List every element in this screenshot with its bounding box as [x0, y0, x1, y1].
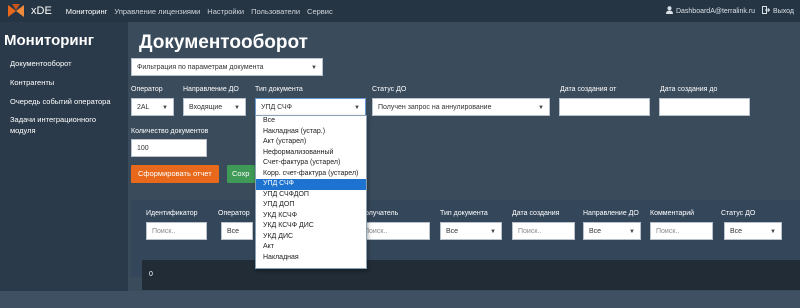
direction-column-select[interactable]: Все ▼ — [583, 222, 641, 240]
status-column-value: Все — [730, 228, 743, 235]
dropdown-option[interactable]: УКД КСЧФ ДИС — [256, 221, 366, 232]
chevron-down-icon: ▼ — [538, 105, 544, 111]
col-created-header[interactable]: Дата создания — [512, 210, 559, 217]
main-content: Документооборот Фильтрация по параметрам… — [128, 22, 800, 308]
sidebar-item-integration-tasks[interactable]: Задачи интеграционного модуля — [10, 114, 120, 136]
recipient-search-input[interactable]: Поиск.. — [358, 222, 430, 240]
nav-license-management[interactable]: Управление лицензиями — [114, 7, 200, 16]
dropdown-option[interactable]: УКД КСЧФ — [256, 211, 366, 222]
col-recipient-header[interactable]: олучатель — [365, 210, 398, 217]
brand-name: xDE — [31, 5, 52, 17]
identifier-search-input[interactable]: Поиск.. — [146, 222, 207, 240]
doc-type-column-select[interactable]: Все ▼ — [440, 222, 502, 240]
col-direction-header[interactable]: Направление ДО — [583, 210, 639, 217]
chevron-down-icon: ▼ — [162, 105, 168, 111]
date-from-label: Дата создания от — [560, 86, 617, 93]
chevron-down-icon: ▼ — [490, 229, 496, 235]
nav-users[interactable]: Пользователи — [251, 7, 300, 16]
save-button[interactable]: Сохр — [227, 165, 255, 183]
user-icon — [665, 6, 673, 16]
direction-value: Входящие — [189, 104, 223, 111]
filter-mode-value: Фильтрация по параметрам документа — [137, 64, 264, 71]
dropdown-option[interactable]: УПД СЧФДОП — [256, 190, 366, 201]
dropdown-option[interactable]: Акт — [256, 242, 366, 253]
status-select[interactable]: Получен запрос на аннулирование ▼ — [372, 98, 550, 116]
status-value: Получен запрос на аннулирование — [378, 104, 492, 111]
xde-logo-icon — [6, 3, 26, 19]
nav-monitoring[interactable]: Мониторинг — [66, 7, 108, 16]
dropdown-option[interactable]: УКД ДИС — [256, 232, 366, 243]
table-cell: 0 — [149, 271, 153, 278]
count-input[interactable]: 100 — [131, 139, 207, 157]
dropdown-option[interactable]: Все — [256, 116, 366, 127]
status-column-select[interactable]: Все ▼ — [724, 222, 782, 240]
col-status-header[interactable]: Статус ДО — [721, 210, 755, 217]
table-row[interactable]: 0 — [142, 260, 800, 290]
footer-bar — [0, 291, 800, 308]
nav-service[interactable]: Сервис — [307, 7, 333, 16]
col-identifier-header[interactable]: Идентификатор — [146, 210, 198, 217]
operator-label: Оператор — [131, 86, 163, 93]
operator-column-value: Все — [227, 228, 240, 235]
count-label: Количество документов — [131, 128, 209, 135]
logout-label: Выход — [773, 7, 794, 15]
chevron-down-icon: ▼ — [770, 229, 776, 235]
created-search-input[interactable]: Поиск.. — [512, 222, 575, 240]
dropdown-option[interactable]: Накладная (устар.) — [256, 127, 366, 138]
doc-type-select[interactable]: УПД СЧФ ▼ — [255, 98, 366, 116]
sidebar: Мониторинг Документооборот Контрагенты О… — [0, 22, 128, 308]
doc-type-label: Тип документа — [255, 86, 303, 93]
direction-label: Направление ДО — [183, 86, 239, 93]
chevron-down-icon: ▼ — [234, 105, 240, 111]
dropdown-option[interactable]: Неформализованный — [256, 148, 366, 159]
generate-report-button[interactable]: Сформировать отчет — [131, 165, 219, 183]
doc-type-column-value: Все — [446, 228, 459, 235]
comment-search-input[interactable]: Поиск.. — [650, 222, 713, 240]
chevron-down-icon: ▼ — [311, 65, 317, 71]
sidebar-title: Мониторинг — [4, 32, 94, 49]
logout-link[interactable]: Выход — [762, 6, 794, 16]
logo[interactable]: xDE — [6, 3, 66, 19]
user-menu[interactable]: DashboardA@terralink.ru — [665, 6, 756, 16]
page-title: Документооборот — [139, 32, 308, 53]
sidebar-item-document-flow[interactable]: Документооборот — [10, 58, 72, 69]
dropdown-option[interactable]: Накладная — [256, 253, 366, 264]
col-comment-header[interactable]: Комментарий — [650, 210, 694, 217]
filter-mode-select[interactable]: Фильтрация по параметрам документа ▼ — [131, 58, 323, 76]
user-email: DashboardA@terralink.ru — [675, 7, 756, 15]
operator-column-select[interactable]: Все — [221, 222, 253, 240]
dropdown-option[interactable]: Корр. счет-фактура (устарел) — [256, 169, 366, 180]
dropdown-option[interactable]: Счет-фактура (устарел) — [256, 158, 366, 169]
doc-type-dropdown-list: Все Накладная (устар.) Акт (устарел) Неф… — [255, 115, 367, 269]
status-label: Статус ДО — [372, 86, 407, 93]
top-navbar: xDE Мониторинг Управление лицензиями Нас… — [0, 0, 800, 22]
date-from-input[interactable] — [559, 98, 650, 116]
sidebar-item-operator-queue[interactable]: Очередь событий оператора — [10, 96, 111, 107]
doc-type-value: УПД СЧФ — [261, 104, 292, 111]
operator-value: 2AL — [137, 104, 150, 111]
chevron-down-icon: ▼ — [629, 229, 635, 235]
direction-column-value: Все — [589, 228, 602, 235]
dropdown-option[interactable]: Акт (устарел) — [256, 137, 366, 148]
date-to-label: Дата создания до — [660, 86, 718, 93]
date-to-input[interactable] — [659, 98, 750, 116]
direction-select[interactable]: Входящие ▼ — [183, 98, 246, 116]
operator-select[interactable]: 2AL ▼ — [131, 98, 174, 116]
col-doc-type-header[interactable]: Тип документа — [440, 210, 488, 217]
nav-settings[interactable]: Настройки — [207, 7, 244, 16]
sidebar-item-counterparties[interactable]: Контрагенты — [10, 77, 54, 88]
col-operator-header[interactable]: Оператор — [218, 210, 250, 217]
dropdown-option-selected[interactable]: УПД СЧФ — [256, 179, 366, 190]
dropdown-option[interactable]: УПД ДОП — [256, 200, 366, 211]
logout-icon — [762, 6, 771, 16]
